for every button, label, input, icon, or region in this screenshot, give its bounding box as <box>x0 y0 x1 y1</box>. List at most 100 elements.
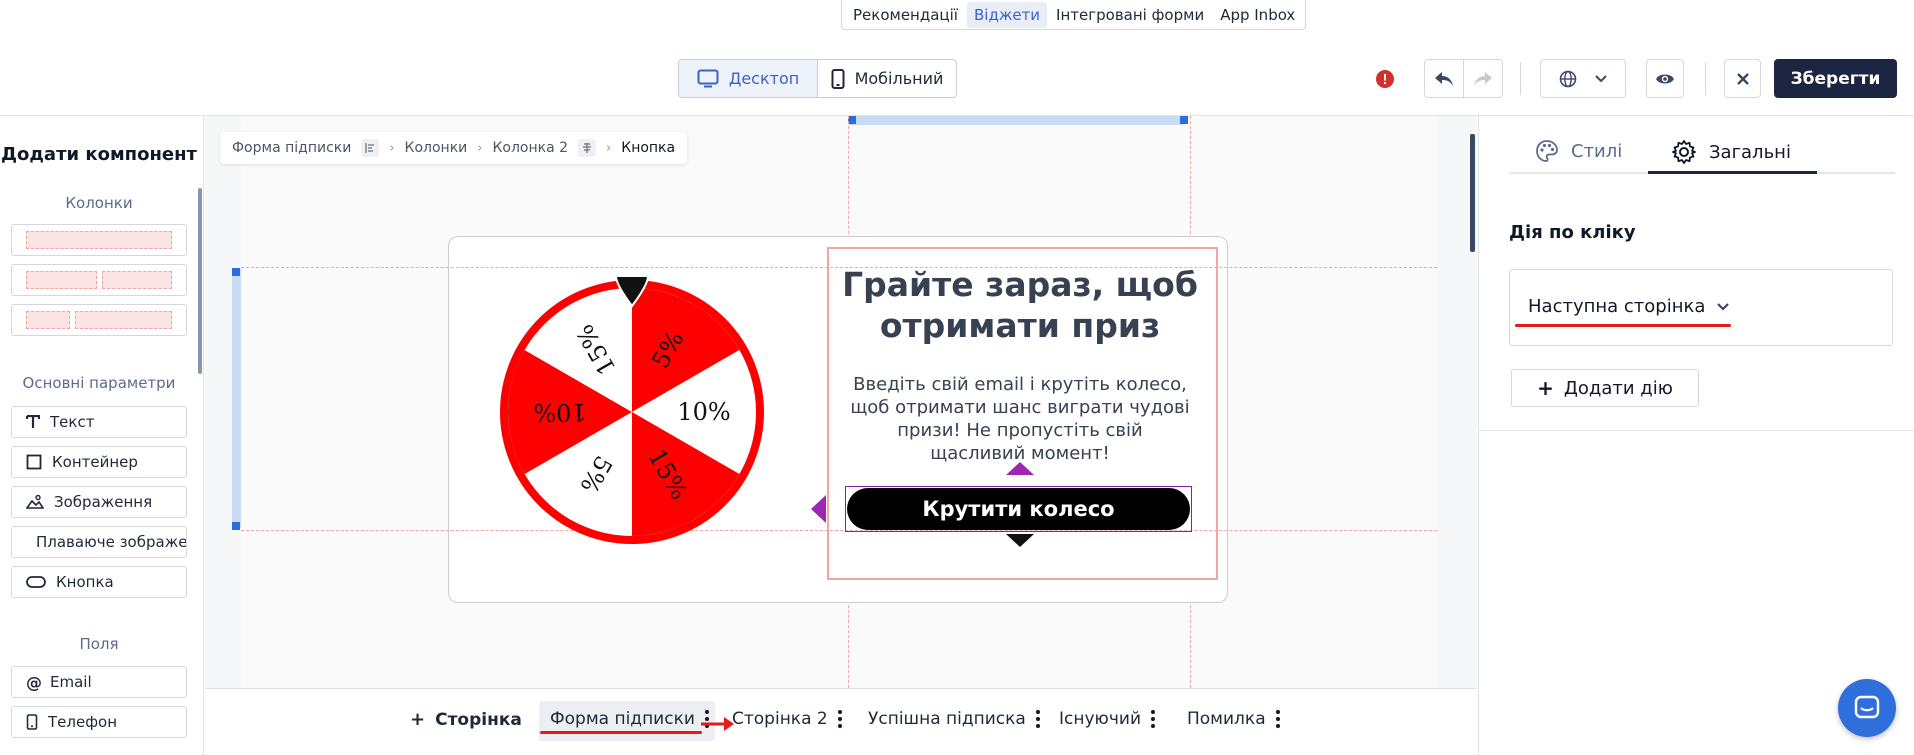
desktop-button[interactable]: Десктоп <box>679 60 818 97</box>
email-field-label: Email <box>50 673 92 691</box>
image-icon <box>26 494 44 509</box>
split-column-block[interactable] <box>11 304 187 336</box>
annotation-underline <box>1515 324 1731 327</box>
gear-icon <box>1672 140 1696 164</box>
floating-image-component[interactable]: Плаваюче зображення <box>11 526 187 558</box>
text-component-label: Текст <box>50 413 95 431</box>
image-component[interactable]: Зображення <box>11 486 187 518</box>
chevron-down-icon <box>1595 74 1607 82</box>
chevron-down-icon <box>1717 302 1730 311</box>
tab-recommendations[interactable]: Рекомендації <box>846 2 965 28</box>
tab-app-inbox[interactable]: App Inbox <box>1213 2 1302 28</box>
sidebar-scrollbar[interactable] <box>198 188 202 374</box>
panel-divider <box>1479 430 1914 431</box>
breadcrumb-item[interactable]: Колонка 2 <box>492 140 568 156</box>
column-cell <box>75 311 172 329</box>
button-icon <box>26 576 46 588</box>
breadcrumb-item[interactable]: Колонки <box>405 140 468 156</box>
container-component[interactable]: Контейнер <box>11 446 187 478</box>
breadcrumb-current[interactable]: Кнопка <box>621 140 675 156</box>
properties-panel: Стилі Загальні Дія по кліку Наступна сто… <box>1478 116 1914 755</box>
more-vertical-icon[interactable] <box>1151 710 1155 728</box>
resize-handle[interactable] <box>848 116 856 124</box>
palette-icon <box>1536 140 1558 162</box>
undo-icon <box>1435 71 1453 86</box>
globe-icon <box>1559 70 1577 87</box>
preview-button[interactable] <box>1646 59 1684 98</box>
mobile-icon <box>831 68 845 89</box>
page-tab-existing[interactable]: Існуючий <box>1059 709 1155 729</box>
redo-icon <box>1474 71 1492 86</box>
component-sidebar: Додати компонент Колонки Основні парамет… <box>0 116 204 755</box>
language-select[interactable] <box>1540 59 1626 98</box>
redo-button[interactable] <box>1463 59 1503 98</box>
page-tab-error[interactable]: Помилка <box>1187 709 1280 729</box>
move-up-handle-icon[interactable] <box>1003 459 1037 477</box>
click-action-select[interactable]: Наступна сторінка <box>1528 296 1730 317</box>
add-page-label: Сторінка <box>435 709 522 730</box>
tab-widgets[interactable]: Віджети <box>966 1 1048 28</box>
breadcrumb: Форма підписки › Колонки › Колонка 2 › К… <box>220 132 688 164</box>
page-tab-label: Помилка <box>1187 709 1266 729</box>
page-tab-success[interactable]: Успішна підписка <box>868 709 1040 729</box>
column-cell <box>26 231 172 249</box>
resize-handle[interactable] <box>232 268 240 276</box>
chat-launcher[interactable] <box>1838 679 1896 737</box>
tab-general[interactable]: Загальні <box>1671 139 1791 165</box>
fields-group-label: Поля <box>79 635 119 653</box>
save-button[interactable]: Зберегти <box>1774 59 1897 98</box>
chevron-right-icon: › <box>477 140 483 156</box>
container-component-label: Контейнер <box>52 453 138 471</box>
breadcrumb-item[interactable]: Форма підписки <box>232 140 351 156</box>
text-component[interactable]: Текст <box>11 406 187 438</box>
page-tab-page-2[interactable]: Сторінка 2 <box>732 709 842 729</box>
annotation-arrow-icon <box>701 717 734 731</box>
tab-integrated-forms[interactable]: Інтегровані форми <box>1049 2 1211 28</box>
tab-general-label: Загальні <box>1709 141 1791 163</box>
move-left-handle-icon[interactable] <box>808 493 828 525</box>
column-cell <box>26 311 70 329</box>
close-icon <box>1736 72 1749 85</box>
button-component[interactable]: Кнопка <box>11 566 187 598</box>
one-column-block[interactable] <box>11 224 187 256</box>
column-cell <box>26 271 97 289</box>
resize-handle[interactable] <box>232 522 240 530</box>
popup-description[interactable]: Введіть свій email і крутіть колесо, щоб… <box>847 373 1193 465</box>
prize-wheel[interactable]: 5%10%15%5%10%15% <box>498 272 768 547</box>
click-action-value: Наступна сторінка <box>1528 296 1706 317</box>
add-page-button[interactable]: + Сторінка <box>410 709 522 730</box>
move-down-handle-icon[interactable] <box>1003 532 1037 550</box>
column-selection-bar <box>848 116 1184 125</box>
tab-active-indicator <box>1648 171 1817 174</box>
more-vertical-icon[interactable] <box>837 710 842 728</box>
chevron-right-icon: › <box>389 140 395 156</box>
spin-wheel-button[interactable]: Крутити колесо <box>847 488 1190 530</box>
align-center-icon <box>578 139 597 157</box>
warning-icon[interactable] <box>1376 70 1394 88</box>
more-vertical-icon[interactable] <box>1035 710 1040 728</box>
phone-field-label: Телефон <box>48 713 118 731</box>
toolbar-divider <box>1705 62 1706 95</box>
resize-handle[interactable] <box>1180 116 1188 124</box>
chat-icon <box>1854 695 1880 719</box>
canvas-scrollbar[interactable] <box>1470 134 1475 252</box>
email-field-component[interactable]: @ Email <box>11 666 187 698</box>
page-tab-label: Форма підписки <box>550 709 695 729</box>
tab-styles[interactable]: Стилі <box>1535 139 1622 163</box>
page-tab-subscription-form[interactable]: Форма підписки <box>550 709 709 729</box>
section-tabs: Рекомендації Віджети Інтегровані форми A… <box>841 0 1306 30</box>
add-action-button[interactable]: + Додати дію <box>1511 369 1699 407</box>
phone-icon <box>26 714 38 730</box>
wheel-segment-label: 10% <box>677 398 730 426</box>
popup-headline[interactable]: Грайте зараз, щоб отримати приз <box>835 264 1205 346</box>
two-column-block[interactable] <box>11 264 187 296</box>
sidebar-title: Додати компонент <box>0 144 197 165</box>
tab-styles-label: Стилі <box>1571 140 1623 162</box>
mobile-button[interactable]: Мобільний <box>818 60 956 97</box>
mobile-label: Мобільний <box>854 69 944 88</box>
desktop-label: Десктоп <box>728 69 800 88</box>
close-button[interactable] <box>1724 59 1761 98</box>
more-vertical-icon[interactable] <box>1275 710 1280 728</box>
phone-field-component[interactable]: Телефон <box>11 706 187 738</box>
undo-button[interactable] <box>1424 59 1464 98</box>
